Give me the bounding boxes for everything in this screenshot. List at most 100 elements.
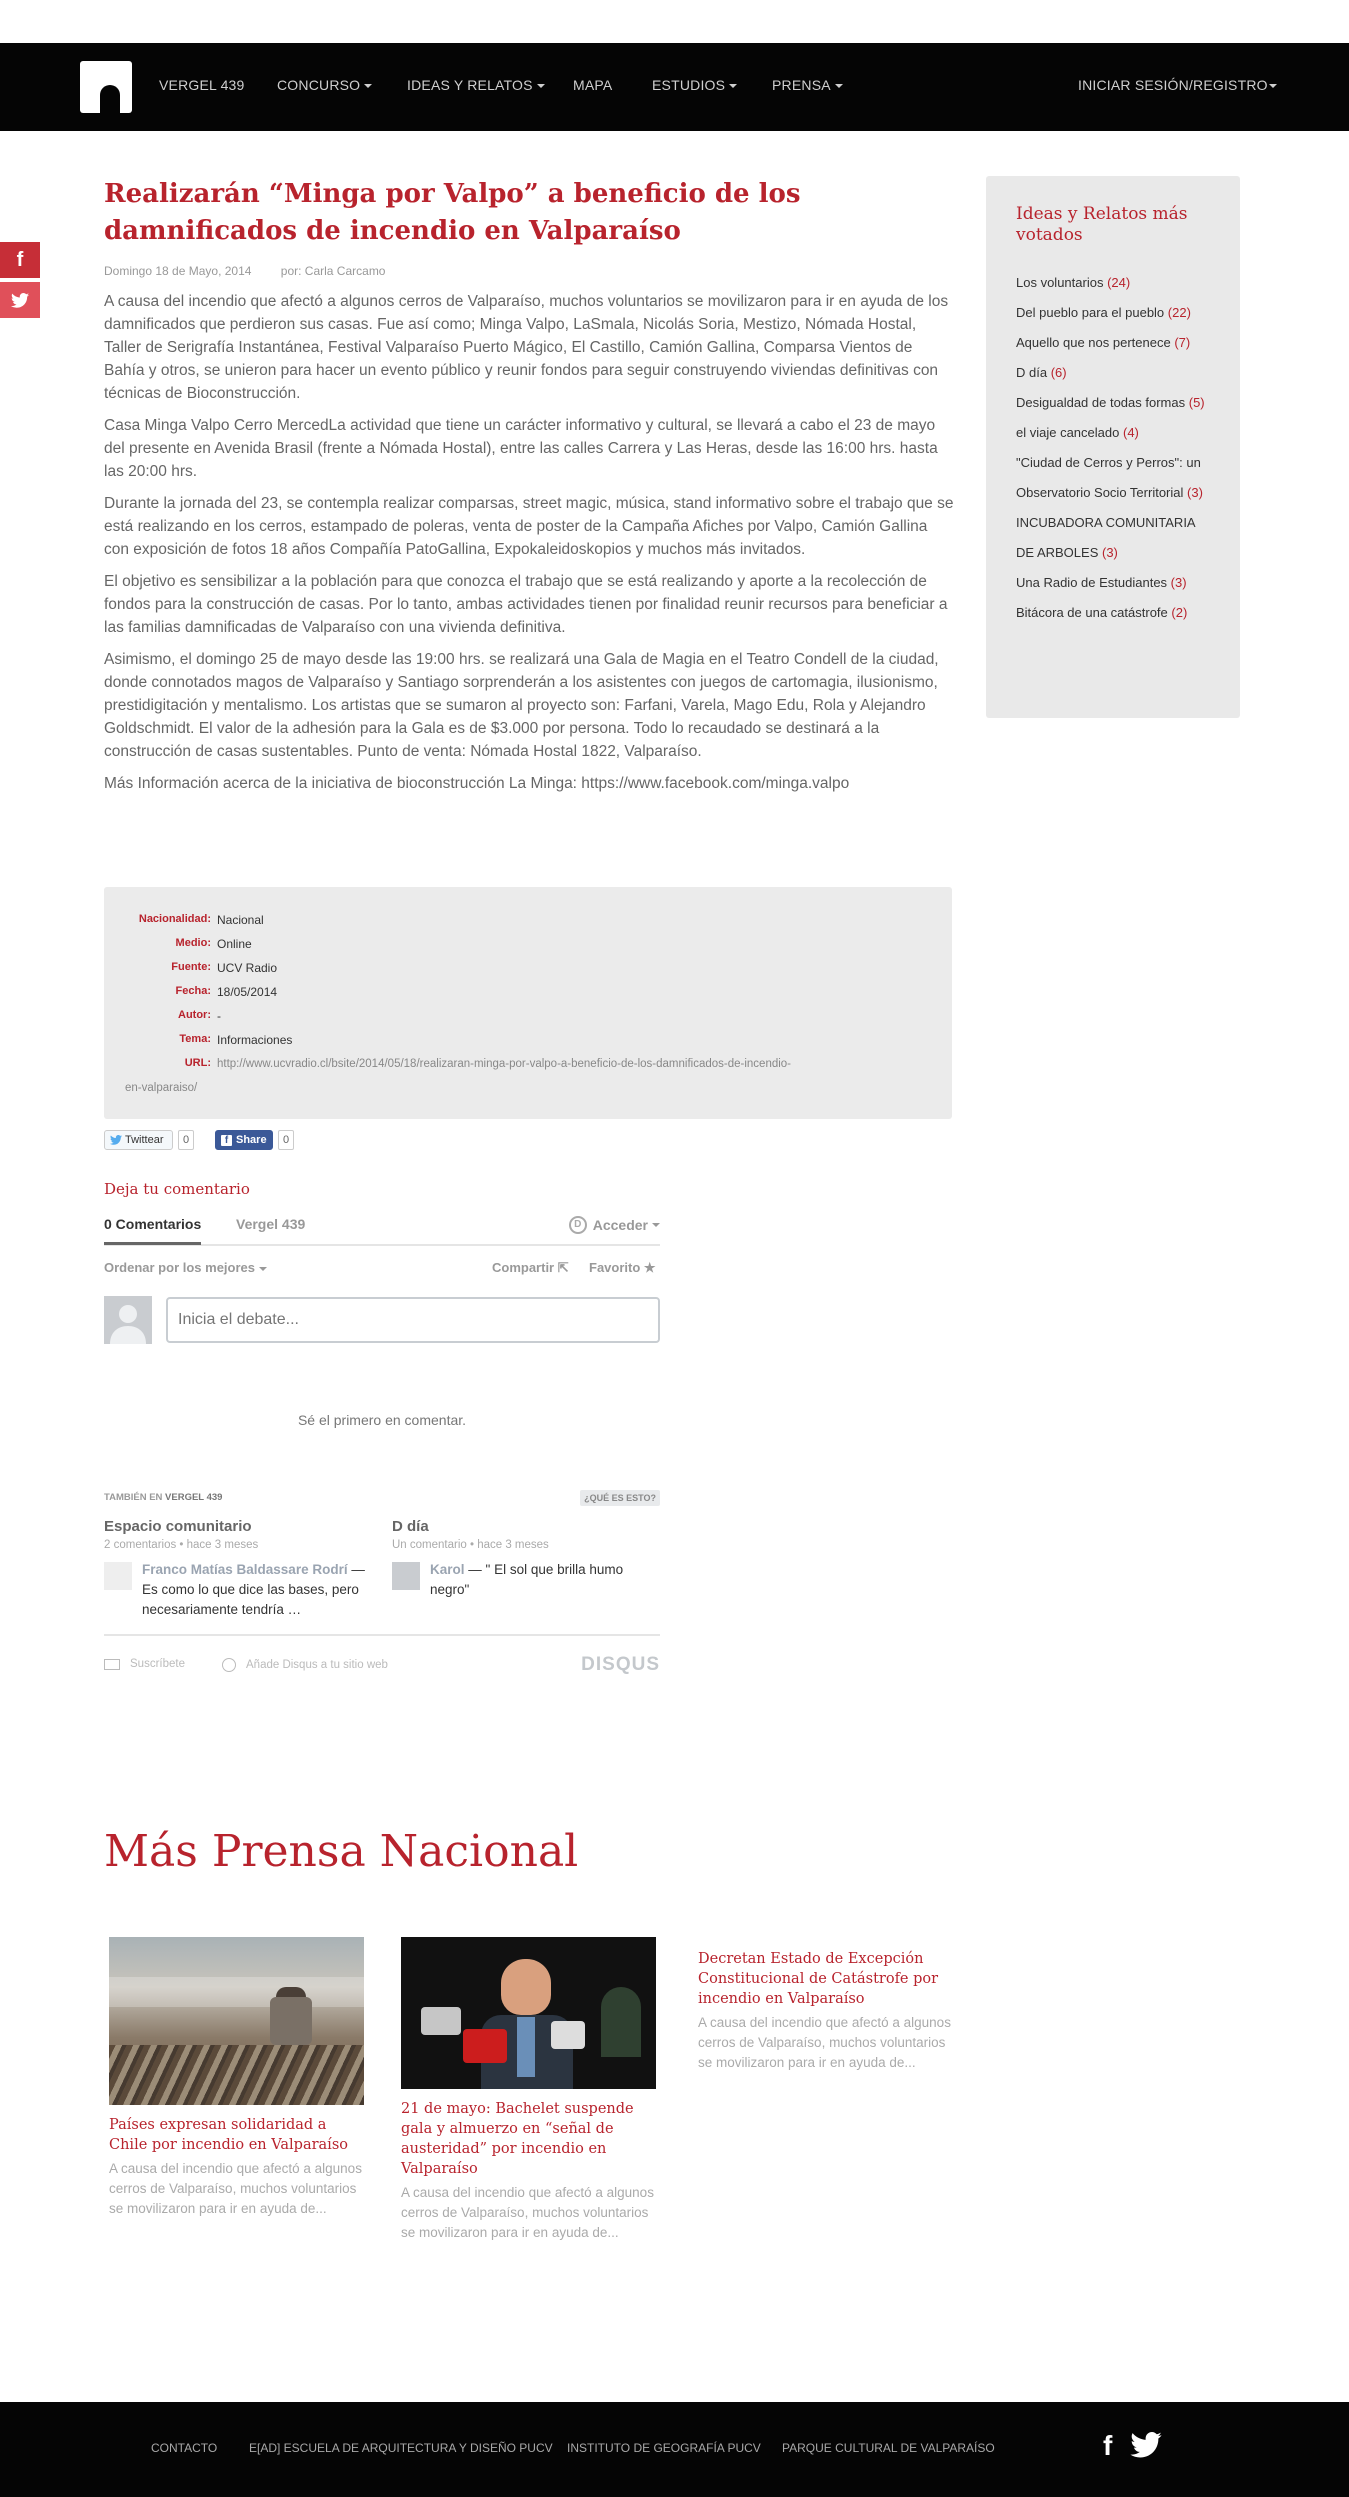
tab-site[interactable]: Vergel 439 <box>236 1216 305 1232</box>
sidebar-item-label: Bitácora de una catástrofe <box>1016 605 1168 620</box>
also-prefix: TAMBIÉN EN <box>104 1492 163 1503</box>
avatar <box>104 1562 132 1590</box>
news-card[interactable]: Países expresan solidaridad a Chile por … <box>109 1937 364 2219</box>
footer-link-geografia[interactable]: INSTITUTO DE GEOGRAFÍA PUCV <box>567 2441 761 2455</box>
sidebar-item-label: D día <box>1016 365 1048 380</box>
info-value: - <box>217 1009 221 1023</box>
sidebar-most-voted: Ideas y Relatos más votados Los voluntar… <box>986 176 1240 718</box>
sidebar-item-label: Una Radio de Estudiantes <box>1016 575 1168 590</box>
twitter-icon <box>110 1135 122 1145</box>
mail-icon <box>104 1658 120 1670</box>
nav-mapa[interactable]: MAPA <box>573 77 612 93</box>
footer-link-ead[interactable]: E[AD] ESCUELA DE ARQUITECTURA Y DISEÑO P… <box>249 2441 553 2455</box>
nav-estudios[interactable]: ESTUDIOS <box>652 77 738 93</box>
facebook-icon: f <box>221 1134 232 1146</box>
sidebar-item-label: Aquello que nos pertenece <box>1016 335 1171 350</box>
sidebar-item-label: Desigualdad de todas formas <box>1016 395 1186 410</box>
nav-login[interactable]: INICIAR SESIÓN/REGISTRO <box>1078 77 1277 93</box>
sort-dropdown[interactable]: Ordenar por los mejores <box>104 1260 267 1275</box>
news-card[interactable]: Decretan Estado de Excepción Constitucio… <box>698 1937 953 2073</box>
favorite-label: Favorito <box>589 1260 641 1275</box>
tab-comment-count[interactable]: 0 Comentarios <box>104 1216 202 1245</box>
comment-text: Es como lo que dice las bases, pero nece… <box>142 1582 359 1617</box>
sidebar-title: Ideas y Relatos más votados <box>1016 204 1188 245</box>
sidebar-item[interactable]: Aquello que nos pertenece (7) <box>1016 328 1210 358</box>
subscribe-link[interactable]: Suscríbete <box>104 1658 185 1670</box>
sidebar-item-count: (6) <box>1050 365 1067 380</box>
nav-prensa[interactable]: PRENSA <box>772 77 843 93</box>
twitter-icon[interactable] <box>1130 2432 1162 2458</box>
share-link[interactable]: Compartir ⇱ <box>492 1260 569 1276</box>
info-key: Autor: <box>178 1009 211 1021</box>
nav-vergel[interactable]: VERGEL 439 <box>159 77 245 93</box>
chevron-down-icon <box>364 84 373 89</box>
login-label: Acceder <box>592 1217 648 1233</box>
related-thread-meta: 2 comentarios • hace 3 meses <box>104 1539 259 1551</box>
twitter-side-button[interactable] <box>0 282 40 318</box>
avatar <box>392 1562 420 1590</box>
sidebar-item-count: (24) <box>1107 275 1131 290</box>
article-paragraph: Casa Minga Valpo Cerro MercedLa activida… <box>104 417 938 480</box>
sidebar-item-count: (2) <box>1171 605 1188 620</box>
news-card-title[interactable]: Decretan Estado de Excepción Constitucio… <box>698 1949 953 2009</box>
info-url-continued[interactable]: en-valparaiso/ <box>125 1076 973 1100</box>
facebook-share-count: 0 <box>278 1130 294 1150</box>
news-card-title[interactable]: Países expresan solidaridad a Chile por … <box>109 2115 364 2155</box>
footer-link-parque[interactable]: PARQUE CULTURAL DE VALPARAÍSO <box>782 2441 995 2455</box>
disqus-logo[interactable]: DISQUS <box>581 1654 660 1676</box>
related-thread-meta: Un comentario • hace 3 meses <box>392 1539 549 1551</box>
add-disqus-link[interactable]: Añade Disqus a tu sitio web <box>222 1658 388 1672</box>
login-dropdown[interactable]: D Acceder <box>568 1216 660 1234</box>
sidebar-item[interactable]: Bitácora de una catástrofe (2) <box>1016 598 1210 628</box>
article-paragraph: El objetivo es sensibilizar a la poblaci… <box>104 573 948 636</box>
sidebar-item[interactable]: el viaje cancelado (4) <box>1016 418 1210 448</box>
article-paragraph: Asimismo, el domingo 25 de mayo desde la… <box>104 651 939 760</box>
chevron-down-icon <box>1268 84 1277 89</box>
nav-concurso[interactable]: CONCURSO <box>277 77 373 93</box>
sidebar-item[interactable]: Una Radio de Estudiantes (3) <box>1016 568 1210 598</box>
article-paragraph: A causa del incendio que afectó a alguno… <box>104 293 949 402</box>
sidebar-item[interactable]: Los voluntarios (24) <box>1016 268 1210 298</box>
related-thread[interactable]: D día Un comentario • hace 3 meses Karol… <box>392 1518 660 1597</box>
facebook-icon[interactable]: f <box>1103 2430 1112 2462</box>
nav-estudios-label: ESTUDIOS <box>652 77 726 93</box>
nav-concurso-label: CONCURSO <box>277 77 361 93</box>
info-value: Informaciones <box>217 1033 293 1047</box>
news-card[interactable]: 21 de mayo: Bachelet suspende gala y alm… <box>401 1937 656 2243</box>
news-image-press-conference <box>401 1937 656 2089</box>
favorite-button[interactable]: Favorito ★ <box>589 1260 656 1276</box>
disqus-icon <box>222 1658 236 1672</box>
sidebar-item[interactable]: INCUBADORA COMUNITARIA DE ARBOLES (3) <box>1016 508 1210 568</box>
subscribe-label: Suscríbete <box>130 1658 185 1670</box>
sidebar-item-label: el viaje cancelado <box>1016 425 1120 440</box>
what-is-this-button[interactable]: ¿QUÉ ES ESTO? <box>580 1490 660 1506</box>
tweet-button[interactable]: Twittear <box>104 1130 173 1150</box>
nav-ideas-label: IDEAS Y RELATOS <box>407 77 533 93</box>
sidebar-item[interactable]: D día (6) <box>1016 358 1210 388</box>
sidebar-item[interactable]: Desigualdad de todas formas (5) <box>1016 388 1210 418</box>
news-card-excerpt: A causa del incendio que afectó a alguno… <box>109 2161 362 2216</box>
article-meta: Domingo 18 de Mayo, 2014 por: Carla Carc… <box>104 264 411 278</box>
share-label: Compartir <box>492 1260 555 1275</box>
related-thread[interactable]: Espacio comunitario 2 comentarios • hace… <box>104 1518 374 1617</box>
related-comment: Franco Matías Baldassare Rodrí — Es como… <box>142 1562 365 1617</box>
article-paragraph: Más Información acerca de la iniciativa … <box>104 775 850 792</box>
top-navbar: VERGEL 439 CONCURSO IDEAS Y RELATOS MAPA… <box>0 43 1349 131</box>
news-card-title[interactable]: 21 de mayo: Bachelet suspende gala y alm… <box>401 2099 656 2179</box>
footer: CONTACTO E[AD] ESCUELA DE ARQUITECTURA Y… <box>0 2402 1349 2497</box>
sidebar-item-count: (3) <box>1170 575 1187 590</box>
avatar <box>104 1296 152 1344</box>
comment-input[interactable] <box>166 1297 660 1343</box>
star-icon: ★ <box>643 1260 656 1275</box>
site-logo[interactable] <box>80 61 132 113</box>
facebook-side-button[interactable]: f <box>0 242 40 278</box>
footer-link-contacto[interactable]: CONTACTO <box>151 2441 217 2455</box>
chevron-down-icon <box>652 1223 660 1227</box>
info-url[interactable]: http://www.ucvradio.cl/bsite/2014/05/18/… <box>217 1052 791 1076</box>
sidebar-item[interactable]: Del pueblo para el pueblo (22) <box>1016 298 1210 328</box>
facebook-share-button[interactable]: f Share <box>215 1130 273 1150</box>
sidebar-item[interactable]: "Ciudad de Cerros y Perros": un Observat… <box>1016 448 1210 508</box>
divider <box>104 1634 660 1636</box>
related-thread-title: D día <box>392 1518 429 1535</box>
nav-ideas[interactable]: IDEAS Y RELATOS <box>407 77 545 93</box>
